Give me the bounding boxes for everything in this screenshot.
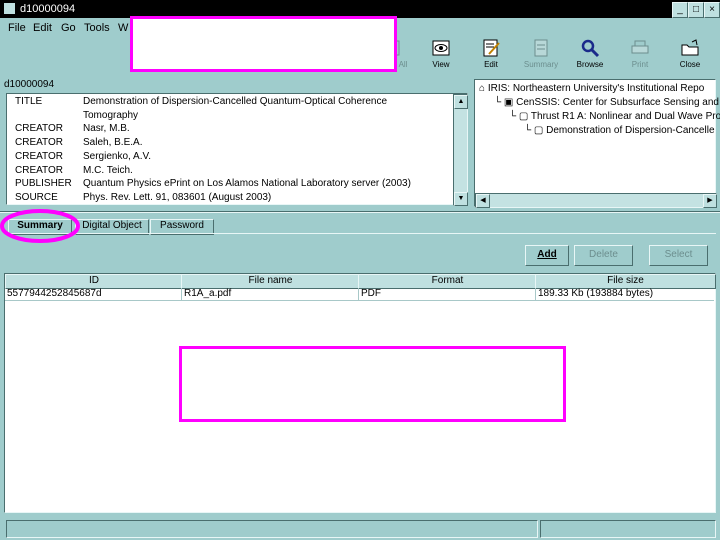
metadata-scrollbar[interactable]: ▲ ▼ xyxy=(453,94,468,206)
splitter[interactable] xyxy=(0,211,720,213)
delete-button[interactable]: Delete xyxy=(574,245,633,266)
metadata-key: CREATOR xyxy=(15,137,63,149)
metadata-key: CREATOR xyxy=(15,123,63,135)
highlight-box-bottom xyxy=(179,346,566,422)
status-bar-main xyxy=(6,520,538,538)
summary-button[interactable]: Summary xyxy=(518,38,564,76)
highlight-ellipse xyxy=(0,209,80,243)
scroll-left-arrow-icon[interactable]: ◀ xyxy=(476,194,490,208)
metadata-value: Sergienko, A.V. xyxy=(83,150,152,162)
close-button[interactable]: Close xyxy=(667,38,713,76)
cell-divider xyxy=(181,288,182,301)
column-header-format[interactable]: Format xyxy=(358,274,537,289)
browse-button[interactable]: Browse xyxy=(567,38,613,76)
highlight-box-top xyxy=(130,16,397,72)
metadata-id: d10000094 xyxy=(4,79,55,90)
window-title: d10000094 xyxy=(20,3,76,15)
printer-icon xyxy=(631,40,649,54)
eye-icon xyxy=(432,40,450,56)
column-header-file-name[interactable]: File name xyxy=(181,274,360,289)
tab-divider xyxy=(6,233,716,234)
document-icon: └ ▢ xyxy=(509,111,531,122)
building-icon: └ ▣ xyxy=(494,97,517,108)
close-label: Close xyxy=(679,60,701,69)
metadata-table: TITLE Demonstration of Dispersion-Cancell… xyxy=(6,93,468,206)
browse-label: Browse xyxy=(576,60,604,69)
status-bar-secondary xyxy=(540,520,716,538)
view-label: View xyxy=(432,60,450,69)
print-button[interactable]: Print xyxy=(617,38,663,76)
tree-item[interactable]: └ ▢ Thrust R1 A: Nonlinear and Dual Wave… xyxy=(509,111,720,122)
summary-label: Summary xyxy=(523,60,559,69)
cell-file-name: R1A_a.pdf xyxy=(184,288,232,299)
metadata-key: TITLE xyxy=(15,96,43,107)
column-header-file-size[interactable]: File size xyxy=(535,274,716,289)
menu-window[interactable]: W xyxy=(118,22,128,34)
cell-file-size: 189.33 Kb (193884 bytes) xyxy=(538,288,654,299)
edit-icon xyxy=(483,39,500,57)
maximize-button[interactable]: □ xyxy=(688,2,704,18)
cell-id: 5577944252845687d xyxy=(7,288,102,299)
metadata-value: Nasr, M.B. xyxy=(83,123,130,135)
menu-file[interactable]: File xyxy=(8,22,26,34)
menu-go[interactable]: Go xyxy=(61,22,76,34)
tree-item-label: Thrust R1 A: Nonlinear and Dual Wave Pro xyxy=(530,111,720,122)
metadata-value: Demonstration of Dispersion-Cancelled Qu… xyxy=(83,96,388,107)
scroll-up-arrow-icon[interactable]: ▲ xyxy=(454,95,468,109)
document-icon: └ ▢ xyxy=(524,125,547,136)
metadata-value: Quantum Physics ePrint on Los Alamos Nat… xyxy=(83,178,411,190)
metadata-key: CREATOR xyxy=(15,164,63,176)
edit-button[interactable]: Edit xyxy=(468,38,514,76)
tree-item-label: Demonstration of Dispersion-Cancelle xyxy=(546,125,715,136)
select-button[interactable]: Select xyxy=(649,245,708,266)
tree-scrollbar[interactable]: ◀ ▶ xyxy=(475,193,717,208)
view-button[interactable]: View xyxy=(418,38,464,76)
tree-item[interactable]: └ ▣ CenSSIS: Center for Subsurface Sensi… xyxy=(494,97,719,108)
window-menu-icon[interactable] xyxy=(4,3,15,14)
tree-item[interactable]: └ ▢ Demonstration of Dispersion-Cancelle xyxy=(524,125,715,136)
add-button[interactable]: Add xyxy=(525,245,569,266)
minimize-button[interactable]: _ xyxy=(672,2,688,18)
cell-format: PDF xyxy=(361,288,381,299)
tree-item-label: IRIS: Northeastern University's Institut… xyxy=(487,83,705,94)
summary-icon xyxy=(534,39,548,57)
menu-edit[interactable]: Edit xyxy=(33,22,52,34)
metadata-key: SOURCE xyxy=(15,191,58,203)
edit-label: Edit xyxy=(484,60,498,69)
menu-tools[interactable]: Tools xyxy=(84,22,110,34)
scroll-right-arrow-icon[interactable]: ▶ xyxy=(703,194,717,208)
tree-item[interactable]: ⌂ IRIS: Northeastern University's Instit… xyxy=(479,83,704,94)
metadata-value: Tomography xyxy=(83,109,139,121)
cell-divider xyxy=(358,288,359,301)
column-header-id[interactable]: ID xyxy=(5,274,183,289)
magnifier-icon xyxy=(581,39,600,58)
folder-close-icon xyxy=(681,39,699,56)
print-label: Print xyxy=(631,60,649,69)
cell-divider xyxy=(535,288,536,301)
metadata-value: Saleh, B.E.A. xyxy=(83,137,143,149)
tree-panel: ⌂ IRIS: Northeastern University's Instit… xyxy=(474,79,720,208)
metadata-key: PUBLISHER xyxy=(15,178,72,190)
metadata-value: Phys. Rev. Lett. 91, 083601 (August 2003… xyxy=(83,191,272,203)
scroll-down-arrow-icon[interactable]: ▼ xyxy=(454,192,468,206)
home-icon: ⌂ xyxy=(479,83,488,94)
tree-item-label: CenSSIS: Center for Subsurface Sensing a… xyxy=(516,97,719,108)
metadata-panel: d10000094 TITLE Demonstration of Dispersi… xyxy=(4,79,470,207)
close-window-button[interactable]: × xyxy=(704,2,720,18)
metadata-key: CREATOR xyxy=(15,150,63,162)
metadata-value: M.C. Teich. xyxy=(83,164,133,176)
